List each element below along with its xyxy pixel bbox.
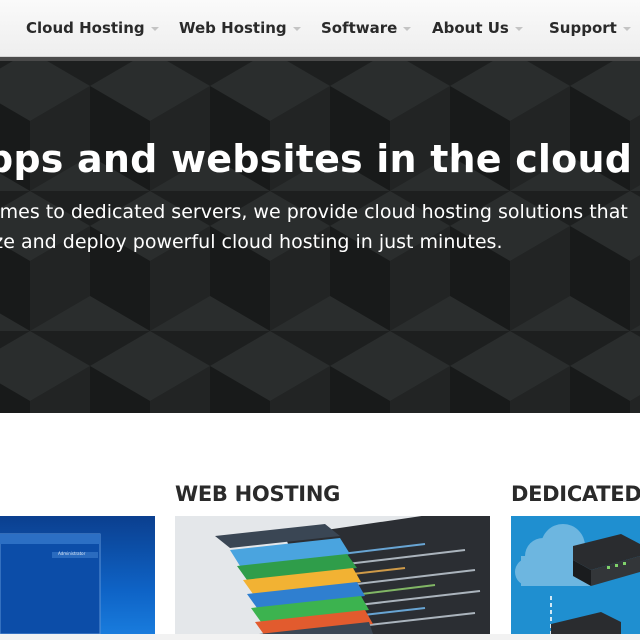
code-editor-illustration <box>175 516 490 640</box>
nav-cloud-hosting-label: Cloud Hosting <box>26 19 145 37</box>
nav-web-hosting[interactable]: Web Hosting <box>179 16 301 40</box>
page-bottom-edge <box>0 634 640 640</box>
chevron-down-icon <box>150 27 159 31</box>
top-nav: Cloud Hosting Web Hosting Software About… <box>0 0 640 57</box>
nav-software[interactable]: Software <box>321 16 412 40</box>
server-cloud-illustration <box>511 516 640 640</box>
chevron-down-icon <box>292 27 301 31</box>
chevron-down-icon <box>514 27 523 31</box>
nav-support[interactable]: Support <box>549 16 631 40</box>
cloud-hosting-product-image[interactable]: Administrator <box>0 516 155 640</box>
web-hosting-title[interactable]: WEB HOSTING <box>175 482 340 506</box>
chevron-down-icon <box>403 27 412 31</box>
windows-user-label: Administrator <box>58 551 86 556</box>
chevron-down-icon <box>622 27 631 31</box>
nav-about-us[interactable]: About Us <box>432 16 523 40</box>
nav-support-label: Support <box>549 19 617 37</box>
dedicated-servers-product-image[interactable] <box>511 516 640 640</box>
dedicated-servers-title[interactable]: DEDICATED S <box>511 482 640 506</box>
hero-description-line-2: ize and deploy powerful cloud hosting in… <box>0 231 503 253</box>
nav-software-label: Software <box>321 19 398 37</box>
hero-title: pps and websites in the cloud <box>0 137 633 181</box>
hero-description-line-1: ames to dedicated servers, we provide cl… <box>0 201 628 223</box>
windows-desktop-illustration <box>0 516 155 640</box>
nav-web-hosting-label: Web Hosting <box>179 19 287 37</box>
nav-about-us-label: About Us <box>432 19 509 37</box>
nav-cloud-hosting[interactable]: Cloud Hosting <box>26 16 159 40</box>
web-hosting-product-image[interactable] <box>175 516 490 640</box>
hero-banner: pps and websites in the cloud ames to de… <box>0 61 640 413</box>
